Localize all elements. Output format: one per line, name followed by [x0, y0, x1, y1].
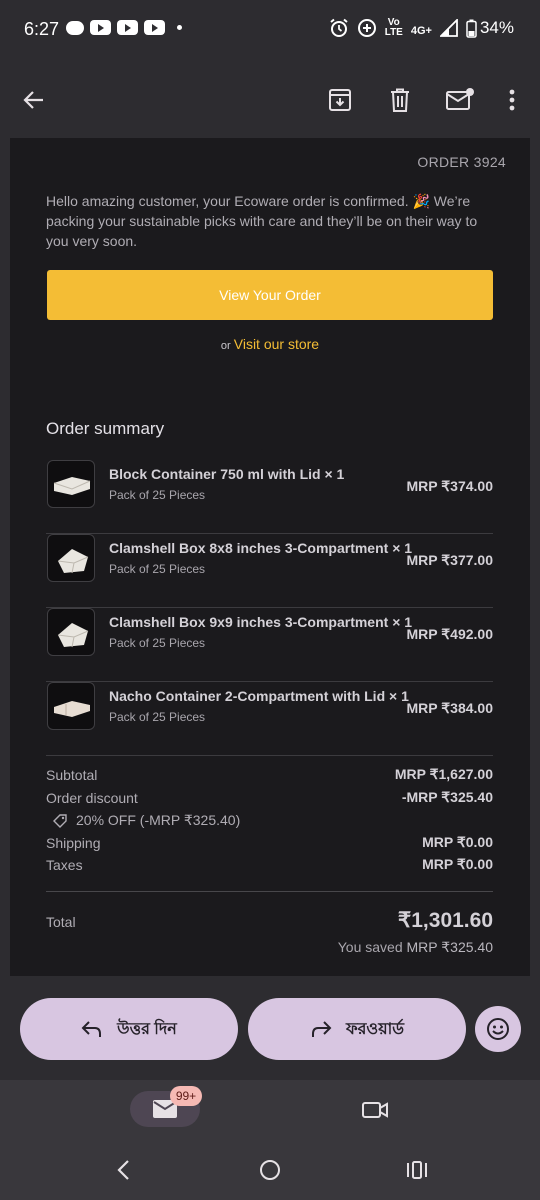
bottom-navigation: 99+ — [0, 1080, 540, 1140]
reply-label: উত্তর দিন — [117, 1020, 177, 1038]
notification-icons — [66, 20, 182, 35]
view-order-button[interactable]: View Your Order — [47, 270, 493, 320]
shipping-value: MRP ₹0.00 — [422, 834, 493, 850]
volte-icon: Vo LTE — [384, 17, 403, 38]
item-pack: Pack of 25 Pieces — [109, 710, 206, 724]
meet-tab[interactable] — [355, 1094, 395, 1126]
saved-text: You saved — [337, 939, 403, 955]
system-recents-button[interactable] — [402, 1158, 432, 1182]
item-name: Block Container 750 ml with Lid × 1 — [109, 466, 345, 482]
youtube-notification-icon — [144, 20, 165, 35]
system-back-button[interactable] — [108, 1158, 138, 1182]
order-summary-title: Order summary — [46, 419, 165, 438]
discount-code-text: 20% OFF (-MRP ₹325.40) — [76, 812, 241, 828]
product-thumbnail — [47, 460, 95, 508]
status-time: 6:27 — [24, 19, 60, 39]
item-price: MRP ₹492.00 — [406, 626, 493, 642]
product-thumbnail — [47, 682, 95, 730]
archive-icon — [329, 89, 351, 111]
subtotal-value: MRP ₹1,627.00 — [394, 766, 493, 782]
system-navigation-bar — [0, 1140, 540, 1200]
item-name: Clamshell Box 9x9 inches 3-Compartment ×… — [109, 614, 413, 630]
subtotal-label: Subtotal — [46, 767, 98, 783]
more-options-button[interactable] — [492, 80, 532, 120]
emoji-icon — [487, 1018, 509, 1040]
reply-icon — [81, 1021, 102, 1037]
item-price: MRP ₹374.00 — [406, 478, 493, 494]
battery-icon — [466, 19, 477, 38]
chat-notification-icon — [66, 20, 84, 35]
reply-actions: উত্তর দিন ফরওয়ার্ড — [0, 976, 540, 1080]
mark-unread-button[interactable] — [440, 80, 480, 120]
youtube-notification-icon — [117, 20, 138, 35]
email-toolbar — [0, 62, 540, 138]
unread-badge: 99+ — [170, 1086, 202, 1106]
item-name: Nacho Container 2-Compartment with Lid ×… — [109, 688, 409, 704]
back-chevron-icon — [117, 1160, 129, 1180]
item-price: MRP ₹384.00 — [406, 700, 493, 716]
delete-button[interactable] — [380, 80, 420, 120]
mark-unread-icon — [446, 88, 474, 110]
order-item[interactable]: Clamshell Box 9x9 inches 3-Compartment ×… — [46, 608, 493, 682]
status-bar: 6:27 Vo LTE 4G+ 34% — [0, 0, 540, 62]
visit-store-link[interactable]: Visit our store — [234, 336, 319, 352]
order-item[interactable]: Clamshell Box 8x8 inches 3-Compartment ×… — [46, 534, 493, 608]
saved-line: You saved MRP ₹325.40 — [338, 939, 493, 956]
forward-icon — [311, 1021, 332, 1037]
youtube-notification-icon — [90, 20, 111, 35]
reply-button[interactable]: উত্তর দিন — [20, 998, 238, 1060]
taxes-value: MRP ₹0.00 — [422, 856, 493, 872]
home-circle-icon — [260, 1160, 280, 1180]
email-body: ORDER 3924 Hello amazing customer, your … — [10, 138, 530, 976]
total-label: Total — [46, 914, 76, 930]
taxes-label: Taxes — [46, 857, 83, 873]
discount-value: -MRP ₹325.40 — [401, 789, 493, 805]
item-price: MRP ₹377.00 — [406, 552, 493, 568]
total-value: ₹1,301.60 — [397, 909, 493, 932]
item-pack: Pack of 25 Pieces — [109, 488, 206, 502]
order-item[interactable]: Nacho Container 2-Compartment with Lid ×… — [46, 682, 493, 756]
totals-divider — [46, 891, 493, 892]
item-name: Clamshell Box 8x8 inches 3-Compartment ×… — [109, 540, 413, 556]
order-item[interactable]: Block Container 750 ml with Lid × 1 Pack… — [46, 460, 493, 534]
discount-code: 20% OFF (-MRP ₹325.40) — [52, 812, 240, 829]
emoji-reaction-button[interactable] — [475, 1006, 521, 1052]
video-camera-icon — [362, 1102, 388, 1118]
archive-button[interactable] — [320, 80, 360, 120]
recents-icon — [407, 1161, 427, 1179]
data-saver-icon — [357, 19, 376, 37]
visit-store-line: or Visit our store — [10, 336, 530, 352]
intro-text: Hello amazing customer, your Ecoware ord… — [46, 193, 478, 249]
saved-value: MRP ₹325.40 — [406, 939, 493, 955]
item-pack: Pack of 25 Pieces — [109, 636, 206, 650]
order-number: ORDER 3924 — [417, 154, 506, 170]
battery-percent: 34% — [479, 18, 514, 37]
status-right: Vo LTE 4G+ 34% — [329, 18, 514, 38]
alarm-icon — [330, 18, 348, 37]
delete-icon — [391, 88, 409, 112]
shipping-label: Shipping — [46, 835, 101, 851]
discount-label: Order discount — [46, 790, 138, 806]
network-type: 4G+ — [410, 25, 432, 37]
product-thumbnail — [47, 608, 95, 656]
or-text: or — [220, 340, 231, 352]
forward-label: ফরওয়ার্ড — [345, 1020, 405, 1038]
system-home-button[interactable] — [256, 1156, 284, 1184]
back-arrow-icon — [23, 91, 43, 109]
more-vert-icon — [509, 89, 515, 111]
item-pack: Pack of 25 Pieces — [109, 562, 206, 576]
tag-icon — [53, 813, 67, 828]
forward-button[interactable]: ফরওয়ার্ড — [248, 998, 466, 1060]
more-notifications-dot-icon — [177, 25, 182, 30]
signal-icon — [439, 19, 458, 37]
back-button[interactable] — [14, 80, 54, 120]
product-thumbnail — [47, 534, 95, 582]
